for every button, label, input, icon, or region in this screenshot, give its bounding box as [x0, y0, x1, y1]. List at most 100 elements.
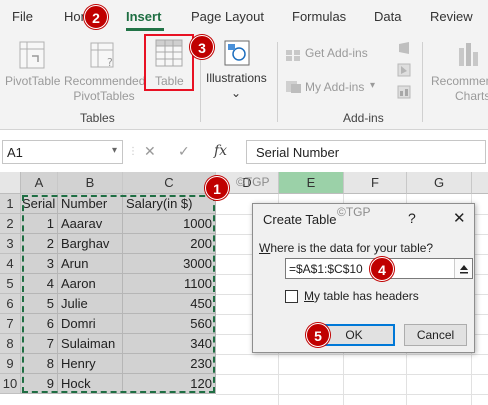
table-range-value: =$A$1:$C$10	[289, 262, 363, 276]
cancel-button[interactable]: Cancel	[404, 324, 467, 346]
tab-insert[interactable]: Insert	[126, 9, 161, 24]
table-cell[interactable]: Henry	[58, 354, 123, 374]
table-cell[interactable]: 2	[21, 234, 58, 254]
table-cell[interactable]: 3	[21, 254, 58, 274]
table-cell[interactable]: 5	[21, 294, 58, 314]
store-icon	[286, 50, 300, 61]
chevron-down-icon: ⌄	[231, 86, 242, 100]
recommended-charts-icon	[459, 43, 478, 66]
illustrations-icon	[224, 40, 250, 66]
table-cell[interactable]: 1000	[123, 214, 216, 234]
table-cell[interactable]: 200	[123, 234, 216, 254]
range-prompt-text: here is the data for your table?	[270, 241, 434, 255]
has-headers-checkbox[interactable]	[285, 290, 298, 303]
addins-group-label: Add-ins	[343, 111, 384, 125]
step-marker-2: 2	[84, 5, 108, 29]
tab-data[interactable]: Data	[374, 9, 401, 24]
table-header-cell[interactable]: Salary(in $)	[123, 194, 216, 214]
table-cell[interactable]: Arun	[58, 254, 123, 274]
table-cell[interactable]: Domri	[58, 314, 123, 334]
formula-text: Serial Number	[256, 145, 340, 160]
recommended-label-line1: Recommended	[64, 74, 146, 88]
table-cell[interactable]: Hock	[58, 374, 123, 394]
my-addins-icon	[286, 81, 301, 93]
row-header[interactable]: 3	[0, 234, 21, 254]
dialog-title: Create Table	[263, 212, 337, 227]
more-options-icon: ⋮	[128, 146, 138, 157]
formula-input[interactable]: Serial Number	[246, 140, 486, 164]
table-cell[interactable]: 9	[21, 374, 58, 394]
table-cell[interactable]: 450	[123, 294, 216, 314]
visio-icon[interactable]	[396, 40, 412, 56]
ribbon-tab-bar: File Home Insert Page Layout Formulas Da…	[0, 0, 488, 34]
formula-controls: ⋮ ✕ ✓ fx	[126, 140, 240, 164]
table-cell[interactable]: 3000	[123, 254, 216, 274]
pivottable-label: PivotTable	[5, 74, 61, 88]
table-button-highlight	[144, 34, 194, 91]
table-cell[interactable]: 6	[21, 314, 58, 334]
ribbon-panel: PivotTable ? Recommended PivotTables Tab…	[0, 34, 488, 130]
column-header-b[interactable]: B	[58, 172, 123, 194]
row-header[interactable]: 4	[0, 254, 21, 274]
step-marker-4: 4	[370, 257, 394, 281]
people-graph-icon[interactable]	[396, 84, 412, 100]
watermark: ©TGP	[236, 175, 270, 189]
table-header-cell[interactable]: Number	[58, 194, 123, 214]
row-header[interactable]: 9	[0, 354, 21, 374]
column-header-f[interactable]: F	[344, 172, 407, 194]
bing-maps-icon[interactable]	[396, 62, 412, 78]
group-separator	[422, 42, 423, 122]
illustrations-label: Illustrations	[206, 71, 267, 85]
row-header[interactable]: 8	[0, 334, 21, 354]
close-icon[interactable]: ✕	[144, 143, 156, 160]
table-cell[interactable]: Sulaiman	[58, 334, 123, 354]
step-marker-1: 1	[205, 176, 229, 200]
column-header-g[interactable]: G	[407, 172, 472, 194]
range-prompt: Where is the data for your table?	[259, 241, 433, 255]
column-header-a[interactable]: A	[21, 172, 58, 194]
table-cell[interactable]: 340	[123, 334, 216, 354]
table-cell[interactable]: 4	[21, 274, 58, 294]
table-cell[interactable]: Aaarav	[58, 214, 123, 234]
row-header[interactable]: 7	[0, 314, 21, 334]
row-header[interactable]: 10	[0, 374, 21, 394]
row-header[interactable]: 6	[0, 294, 21, 314]
select-all-corner[interactable]	[0, 172, 21, 194]
row-header[interactable]: 5	[0, 274, 21, 294]
has-headers-label: My table has headers	[304, 289, 419, 303]
row-header[interactable]: 2	[0, 214, 21, 234]
table-cell[interactable]: 8	[21, 354, 58, 374]
table-cell[interactable]: 560	[123, 314, 216, 334]
table-cell[interactable]: 230	[123, 354, 216, 374]
table-cell[interactable]: 120	[123, 374, 216, 394]
insert-function-icon[interactable]: fx	[214, 143, 227, 159]
table-header-cell[interactable]: Serial	[21, 194, 58, 214]
get-addins-label: Get Add-ins	[305, 46, 368, 60]
name-box-dropdown-icon[interactable]: ▾	[112, 145, 117, 156]
check-icon[interactable]: ✓	[178, 143, 190, 160]
table-cell[interactable]: 7	[21, 334, 58, 354]
table-cell[interactable]: Julie	[58, 294, 123, 314]
create-table-dialog: Create Table ©TGP ? ✕ Where is the data …	[252, 203, 475, 353]
active-tab-indicator	[126, 28, 164, 31]
table-cell[interactable]: Aaron	[58, 274, 123, 294]
tab-review[interactable]: Review	[430, 9, 473, 24]
tab-formulas[interactable]: Formulas	[292, 9, 346, 24]
table-cell[interactable]: Barghav	[58, 234, 123, 254]
step-marker-5: 5	[306, 323, 330, 347]
tables-group-label: Tables	[80, 111, 115, 125]
table-cell[interactable]: 1100	[123, 274, 216, 294]
row-header[interactable]: 1	[0, 194, 21, 214]
group-separator	[277, 42, 278, 122]
collapse-dialog-button[interactable]	[454, 259, 472, 278]
close-icon[interactable]: ✕	[453, 209, 466, 227]
tab-page-layout[interactable]: Page Layout	[191, 9, 264, 24]
formula-bar: A1 ▾ ⋮ ✕ ✓ fx Serial Number	[0, 137, 488, 167]
table-cell[interactable]: 1	[21, 214, 58, 234]
tab-file[interactable]: File	[12, 9, 33, 24]
column-header-overflow	[472, 172, 488, 194]
help-icon[interactable]: ?	[408, 210, 416, 226]
name-box[interactable]: A1 ▾	[2, 140, 123, 164]
column-header-c[interactable]: C	[123, 172, 216, 194]
column-header-e[interactable]: E	[279, 172, 344, 194]
